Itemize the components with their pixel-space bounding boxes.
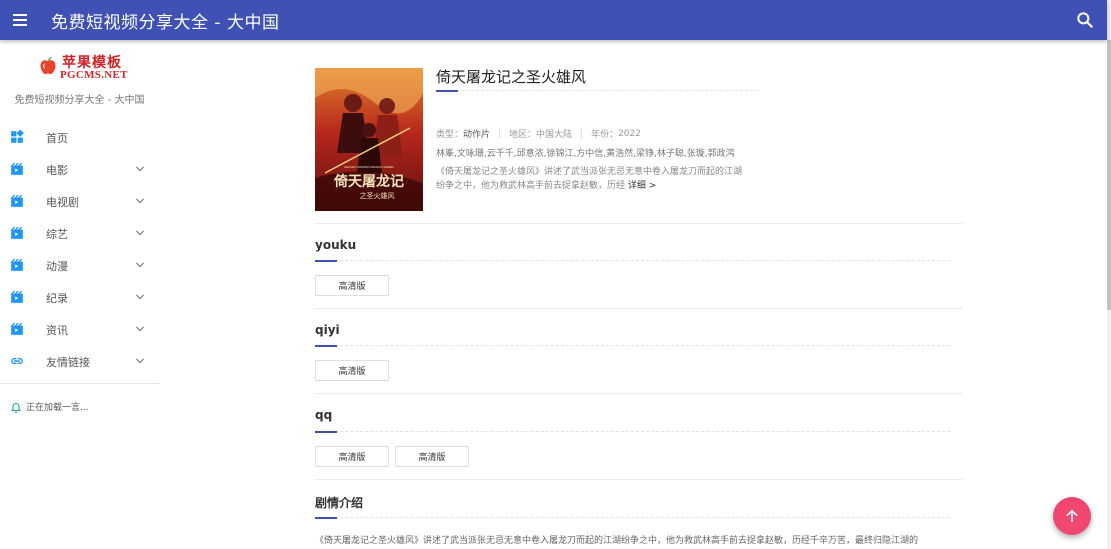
app-bar: 免费短视频分享大全 - 大中国 [0, 0, 1107, 40]
sidebar-item-news[interactable]: 资讯 [0, 313, 159, 345]
type-label: 类型： [436, 130, 464, 140]
poster-title-art: 倚天屠龙记 [333, 173, 404, 190]
hamburger-icon [13, 13, 27, 28]
loading-text: 正在加载一言... [26, 403, 89, 413]
type-value[interactable]: 动作片 [463, 127, 490, 140]
movie-icon [11, 163, 23, 175]
source-underline [315, 345, 950, 347]
sidebar-item-label: 首页 [46, 132, 68, 145]
section-divider [315, 308, 963, 309]
source-title-qiyi: qiyi [315, 323, 340, 337]
meta-separator [499, 129, 501, 138]
menu-button[interactable] [0, 0, 40, 40]
chevron-down-icon [136, 294, 144, 300]
episode-button[interactable]: 高清版 [315, 275, 389, 296]
dashboard-icon [11, 130, 24, 143]
page-scrollbar[interactable] [1107, 0, 1111, 549]
region-value: 中国大陆 [536, 130, 573, 140]
chevron-down-icon [136, 230, 144, 236]
sidebar-item-links[interactable]: 友情链接 [0, 345, 159, 377]
title-underline [436, 90, 758, 92]
chevron-down-icon [136, 326, 144, 332]
more-link[interactable]: 详细 > [628, 181, 656, 191]
source-underline [315, 260, 950, 262]
sidebar-divider [0, 383, 159, 384]
meta-separator [581, 129, 583, 138]
back-to-top-button[interactable] [1053, 497, 1091, 535]
sidebar-item-movie[interactable]: 电影 [0, 153, 159, 185]
source-underline [315, 431, 950, 433]
bell-icon [10, 402, 22, 413]
poster-subtitle-art: 之圣火雄风 [360, 191, 395, 200]
sidebar-item-label: 综艺 [46, 228, 68, 241]
site-logo[interactable]: 苹果模板 PGCMS.NET [36, 53, 128, 87]
description-line-2: 纷争之中，他为救武林高手前去捉拿赵敏，历经 详细 > [436, 179, 758, 193]
section-divider [315, 393, 963, 394]
movie-icon [11, 259, 23, 271]
sidebar-item-label: 电影 [46, 164, 68, 177]
episode-button[interactable]: 高清版 [315, 446, 389, 467]
sidebar-item-label: 纪录 [46, 292, 68, 305]
site-title[interactable]: 免费短视频分享大全 - 大中国 [51, 8, 279, 33]
sidebar-item-label: 电视剧 [46, 196, 79, 209]
sidebar-item-tv[interactable]: 电视剧 [0, 185, 159, 217]
sidebar-item-anime[interactable]: 动漫 [0, 249, 159, 281]
year-label: 年份： [591, 130, 619, 140]
link-icon [11, 357, 23, 365]
chevron-down-icon [136, 198, 144, 204]
movie-poster[interactable]: 倚天屠龙记 之圣火雄风 HEAVEN SWORD DRAGON SABER [315, 68, 423, 211]
description-line: 《倚天屠龙记之圣火雄风》讲述了武当派张无忌无意中卷入屠龙刀而起的江湖 [436, 167, 743, 177]
sidebar: 苹果模板 PGCMS.NET 免费短视频分享大全 - 大中国 首页 电影 电视剧… [0, 40, 159, 549]
intro-underline [315, 517, 950, 519]
source-title-qq: qq [315, 408, 333, 422]
section-divider [315, 223, 963, 224]
chevron-down-icon [136, 166, 144, 172]
apple-logo-icon [40, 56, 56, 75]
sidebar-item-home[interactable]: 首页 [0, 121, 159, 153]
sidebar-item-variety[interactable]: 综艺 [0, 217, 159, 249]
movie-icon [11, 227, 23, 239]
hitokoto-quote: 正在加载一言... [10, 400, 89, 413]
scrollbar-thumb[interactable] [1107, 40, 1111, 310]
sidebar-item-documentary[interactable]: 纪录 [0, 281, 159, 313]
episode-button[interactable]: 高清版 [315, 360, 389, 381]
movie-description: 《倚天屠龙记之圣火雄风》讲述了武当派张无忌无意中卷入屠龙刀而起的江湖 纷争之中，… [436, 165, 758, 193]
section-divider [315, 479, 963, 480]
actor-list: 林峯,文咏珊,云千千,邱意浓,徐锦江,方中信,黄浩然,梁铮,林子聪,张璇,郭政鸿 [436, 149, 735, 159]
chevron-down-icon [136, 262, 144, 268]
year-value: 2022 [618, 128, 641, 139]
sidebar-item-label: 资讯 [46, 324, 68, 337]
movie-icon [11, 323, 23, 335]
intro-text: 《倚天屠龙记之圣火雄风》讲述了武当派张无忌无意中卷入屠龙刀而起的江湖纷争之中，他… [315, 536, 919, 546]
description-text: 纷争之中，他为救武林高手前去捉拿赵敏，历经 [436, 181, 626, 191]
movie-meta: 类型： 动作片 地区： 中国大陆 年份： 2022 [436, 127, 641, 141]
sidebar-nav: 首页 电影 电视剧 综艺 动漫 纪录 资讯 友情链接 [0, 121, 159, 377]
poster-en-art: HEAVEN SWORD DRAGON SABER [344, 165, 394, 169]
logo-text-en: PGCMS.NET [60, 69, 128, 81]
region-label: 地区： [509, 130, 537, 140]
site-subtitle: 免费短视频分享大全 - 大中国 [14, 95, 145, 106]
sidebar-item-label: 友情链接 [46, 356, 90, 369]
chevron-down-icon [136, 358, 144, 364]
sidebar-item-label: 动漫 [46, 260, 68, 273]
intro-heading: 剧情介绍 [315, 496, 364, 510]
movie-title: 倚天屠龙记之圣火雄风 [436, 68, 587, 86]
episode-button[interactable]: 高清版 [395, 446, 469, 467]
movie-icon [11, 195, 23, 207]
movie-icon [11, 291, 23, 303]
search-icon[interactable] [1075, 10, 1095, 30]
arrow-up-icon [1066, 509, 1078, 523]
source-title-youku: youku [315, 238, 357, 252]
